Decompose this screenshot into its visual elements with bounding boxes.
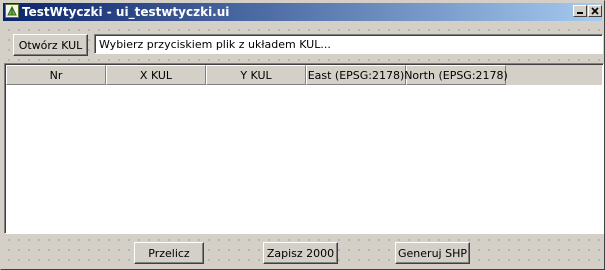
qgis-leaf-icon	[5, 4, 19, 18]
window-title: TestWtyczki - ui_testwtyczki.ui	[22, 5, 230, 19]
title-bar[interactable]: TestWtyczki - ui_testwtyczki.ui	[3, 3, 602, 21]
coordinates-table[interactable]: Nr X KUL Y KUL East (EPSG:2178) North (E…	[4, 63, 604, 234]
file-path-field[interactable]: Wybierz przyciskiem plik z układem KUL..…	[94, 34, 603, 54]
close-icon	[591, 4, 599, 18]
save-2000-button[interactable]: Zapisz 2000	[263, 242, 338, 264]
calculate-button[interactable]: Przelicz	[134, 242, 204, 264]
close-button[interactable]	[588, 5, 602, 17]
minimize-icon	[576, 4, 584, 18]
column-header-nr[interactable]: Nr	[6, 65, 106, 85]
column-header-east[interactable]: East (EPSG:2178)	[306, 65, 406, 85]
column-header-north[interactable]: North (EPSG:2178)	[404, 65, 508, 85]
table-header: Nr X KUL Y KUL East (EPSG:2178) North (E…	[6, 65, 602, 85]
plugin-window: TestWtyczki - ui_testwtyczki.ui Otwórz K…	[0, 0, 605, 270]
generate-shp-button[interactable]: Generuj SHP	[395, 242, 470, 264]
minimize-button[interactable]	[573, 5, 587, 17]
table-body[interactable]	[6, 85, 602, 232]
column-header-x-kul[interactable]: X KUL	[106, 65, 206, 85]
open-kul-button[interactable]: Otwórz KUL	[13, 34, 88, 56]
column-header-y-kul[interactable]: Y KUL	[206, 65, 306, 85]
